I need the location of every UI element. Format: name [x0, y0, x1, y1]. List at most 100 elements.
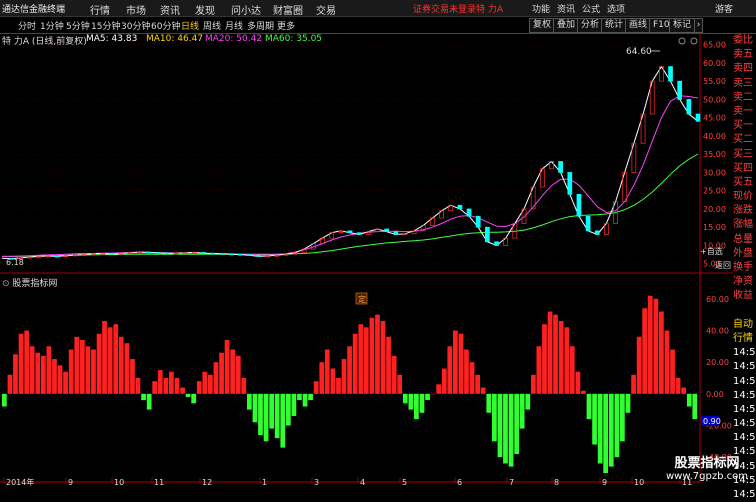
- expand-icon[interactable]: [690, 37, 698, 45]
- side-item[interactable]: 卖五: [733, 48, 756, 62]
- candle: [228, 253, 234, 256]
- tab-5min[interactable]: 5分钟: [66, 19, 90, 32]
- menu-trade[interactable]: 交易: [316, 2, 336, 17]
- oscillator-bar: [313, 381, 319, 394]
- oscillator-bar: [508, 393, 514, 467]
- side-item[interactable]: 涨幅: [733, 218, 756, 232]
- side-item[interactable]: 14:50: [733, 431, 756, 445]
- menu-function[interactable]: 功能: [532, 2, 550, 15]
- tab-weekly[interactable]: 周线: [203, 19, 221, 32]
- side-item[interactable]: 买五: [733, 176, 756, 190]
- oscillator-bar: [447, 346, 453, 394]
- side-item[interactable]: 收益: [733, 289, 756, 303]
- side-item[interactable]: 14:50: [733, 360, 756, 374]
- oscillator-bar: [269, 393, 275, 429]
- side-item[interactable]: [733, 304, 756, 318]
- tab-monthly[interactable]: 月线: [225, 19, 243, 32]
- price-tick-label: 50.00: [703, 95, 726, 104]
- side-item[interactable]: 买三: [733, 148, 756, 162]
- tab-30min[interactable]: 30分钟: [121, 19, 150, 32]
- tab-15min[interactable]: 15分钟: [91, 19, 120, 32]
- stats-button[interactable]: 统计: [601, 18, 628, 33]
- price-tick-label: 30.00: [703, 168, 726, 177]
- side-item[interactable]: 净资: [733, 275, 756, 289]
- menu-discover[interactable]: 发现: [195, 2, 215, 17]
- back-button[interactable]: 返回: [715, 260, 731, 271]
- menu-news[interactable]: 资讯: [160, 2, 180, 17]
- add-watchlist-button[interactable]: +自选: [700, 246, 723, 257]
- login-status[interactable]: 证券交易未登录: [413, 2, 476, 15]
- restore-button[interactable]: 复权: [529, 18, 556, 33]
- oscillator-bar: [575, 371, 581, 394]
- side-item[interactable]: 换手: [733, 261, 756, 275]
- tab-1min[interactable]: 1分钟: [40, 19, 64, 32]
- side-item[interactable]: 现价: [733, 190, 756, 204]
- candle: [201, 252, 206, 254]
- oscillator-bar: [347, 346, 352, 394]
- indicator-tick-label: 0.00: [706, 390, 724, 399]
- menu-options[interactable]: 选项: [607, 2, 625, 15]
- oscillator-bar: [46, 346, 52, 394]
- candle: [393, 231, 399, 235]
- oscillator-bar: [408, 393, 414, 410]
- tab-daily[interactable]: 日线: [181, 19, 199, 32]
- side-item[interactable]: 卖一: [733, 105, 756, 119]
- oscillator-bar: [686, 393, 692, 407]
- side-item[interactable]: 总量: [733, 233, 756, 247]
- tab-multi-period[interactable]: 多周期: [247, 19, 274, 32]
- oscillator-bar: [464, 349, 469, 394]
- menu-hangqing[interactable]: 行情: [90, 2, 110, 17]
- side-item[interactable]: 买一: [733, 119, 756, 133]
- side-item[interactable]: 买二: [733, 133, 756, 147]
- side-item[interactable]: 卖三: [733, 77, 756, 91]
- candle: [54, 255, 60, 258]
- user-guest[interactable]: 游客: [715, 2, 733, 15]
- side-item[interactable]: 买四: [733, 162, 756, 176]
- side-item[interactable]: 行情: [733, 332, 756, 346]
- candle: [475, 215, 481, 228]
- indicator-gear-icon[interactable]: ⊙: [2, 279, 12, 289]
- candle: [576, 193, 582, 217]
- price-tick-label: 35.00: [703, 150, 726, 159]
- oscillator-bar: [380, 321, 386, 394]
- side-item[interactable]: 14:50: [733, 375, 756, 389]
- side-item[interactable]: 卖四: [733, 62, 756, 76]
- side-item[interactable]: 14:50: [733, 403, 756, 417]
- overlay-button[interactable]: 叠加: [553, 18, 580, 33]
- mark-button[interactable]: 标记: [669, 18, 696, 33]
- side-item[interactable]: 卖二: [733, 91, 756, 105]
- side-item[interactable]: 14:50: [733, 389, 756, 403]
- oscillator-bar: [358, 324, 364, 394]
- side-item[interactable]: 委比: [733, 34, 756, 48]
- chart-area[interactable]: 65.0060.0055.0050.0045.0040.0035.0030.00…: [0, 33, 733, 487]
- draw-button[interactable]: 画线: [625, 18, 652, 33]
- candle: [210, 252, 215, 255]
- oscillator-bar: [497, 393, 503, 458]
- collapse-icon[interactable]: ›: [694, 18, 703, 33]
- side-item[interactable]: 14:50: [733, 417, 756, 431]
- side-item[interactable]: 涨跌: [733, 204, 756, 218]
- oscillator-bar: [436, 384, 442, 394]
- settings-icon[interactable]: [678, 37, 686, 45]
- menu-formula[interactable]: 公式: [582, 2, 600, 15]
- tab-timeshare[interactable]: 分时: [18, 19, 36, 32]
- oscillator-bar: [196, 381, 202, 394]
- side-item[interactable]: 自动: [733, 318, 756, 332]
- tab-more[interactable]: 更多: [277, 19, 295, 32]
- menu-market[interactable]: 市场: [126, 2, 146, 17]
- menu-wealth[interactable]: 财富圈: [273, 2, 303, 17]
- price-tick-label: 40.00: [703, 132, 726, 141]
- oscillator-bar: [180, 387, 185, 394]
- menu-info[interactable]: 资讯: [557, 2, 575, 15]
- oscillator-bar: [547, 311, 553, 394]
- side-item[interactable]: 14:50: [733, 346, 756, 360]
- oscillator-bar: [558, 321, 564, 394]
- oscillator-bar: [664, 330, 670, 394]
- stock-name: 特 力A: [476, 5, 504, 15]
- side-item[interactable]: 外盘: [733, 247, 756, 261]
- analysis-button[interactable]: 分析: [577, 18, 604, 33]
- tab-60min[interactable]: 60分钟: [151, 19, 180, 32]
- side-item[interactable]: 14:50: [733, 488, 756, 502]
- oscillator-bar: [224, 340, 230, 394]
- menu-ask[interactable]: 问小达: [231, 2, 261, 17]
